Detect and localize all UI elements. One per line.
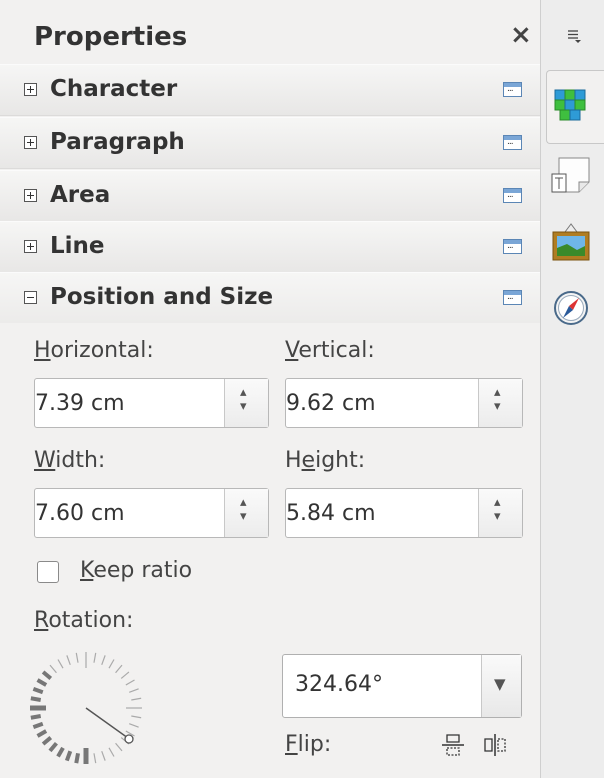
flip-vertically-icon[interactable] xyxy=(440,732,466,758)
rotation-dial-tick xyxy=(125,679,135,686)
vertical-value[interactable]: 9.62 cm xyxy=(286,391,376,416)
rotation-dial-tick xyxy=(101,751,106,761)
panel-header: Properties × xyxy=(0,0,540,72)
section-label: Area xyxy=(50,182,111,208)
panel-title: Properties xyxy=(34,22,188,52)
section-paragraph[interactable]: Paragraph xyxy=(0,117,540,169)
section-label: Line xyxy=(50,233,105,259)
rotation-dial-tick xyxy=(108,659,115,669)
rotation-dial-tick xyxy=(101,655,106,665)
horizontal-spin-arrows-icon[interactable] xyxy=(224,379,268,427)
more-options-icon[interactable] xyxy=(503,239,522,254)
rotation-dial-tick xyxy=(41,736,53,746)
rotation-dropdown-button[interactable]: ▼ xyxy=(481,655,521,717)
rotation-dial-tick xyxy=(32,686,44,695)
rotation-dial-tick xyxy=(49,664,57,674)
rotation-dial-pointer xyxy=(85,707,129,739)
rotation-dial-tick xyxy=(48,741,58,753)
styles-icon[interactable] xyxy=(551,156,591,196)
rotation-dial-tick xyxy=(75,652,79,663)
properties-icon[interactable] xyxy=(551,84,591,124)
chevron-down-icon: ▼ xyxy=(494,675,506,693)
section-line[interactable]: Line xyxy=(0,221,540,273)
expand-icon[interactable] xyxy=(24,136,37,149)
flip-horizontally-icon[interactable] xyxy=(482,732,508,758)
rotation-dial-tick xyxy=(108,747,115,757)
rotation-dial-handle[interactable] xyxy=(124,734,134,744)
more-options-icon[interactable] xyxy=(503,82,522,97)
rotation-dial-tick xyxy=(41,670,53,680)
section-position-and-size[interactable]: Position and Size xyxy=(0,272,540,323)
rotation-combobox[interactable]: 324.64° ▼ xyxy=(282,654,522,718)
height-spin-arrows-icon[interactable] xyxy=(478,489,522,537)
expand-icon[interactable] xyxy=(24,189,37,202)
rotation-dial-tick xyxy=(74,752,80,764)
rotation-dial-tick xyxy=(131,697,142,701)
rotation-dial-tick xyxy=(115,664,123,674)
rotation-dial-tick xyxy=(131,715,142,719)
collapse-icon[interactable] xyxy=(24,291,37,304)
vertical-label: Vertical: xyxy=(285,338,375,363)
horizontal-spinbox[interactable]: 7.39 cm xyxy=(34,378,269,428)
keep-ratio-checkbox[interactable] xyxy=(37,561,59,583)
section-character[interactable]: Character xyxy=(0,64,540,116)
width-spin-arrows-icon[interactable] xyxy=(224,489,268,537)
rotation-dial-tick xyxy=(56,746,65,758)
rotation-dial-tick xyxy=(129,688,139,693)
rotation-dial-tick xyxy=(93,652,97,663)
more-options-icon[interactable] xyxy=(503,135,522,150)
rotation-dial-tick xyxy=(30,696,42,702)
rotation-dial-tick xyxy=(93,753,97,764)
width-spinbox[interactable]: 7.60 cm xyxy=(34,488,269,538)
properties-panel: Properties × Character Paragraph Area Li… xyxy=(0,0,541,778)
rotation-dial-tick xyxy=(129,723,139,728)
height-label: Height: xyxy=(285,448,366,473)
vertical-spin-arrows-icon[interactable] xyxy=(478,379,522,427)
width-label: Width: xyxy=(34,448,106,473)
rotation-dial-tick xyxy=(120,671,130,679)
close-icon[interactable]: × xyxy=(510,20,532,50)
rotation-dial[interactable] xyxy=(16,646,156,766)
rotation-dial-tick xyxy=(57,659,64,669)
rotation-dial-tick xyxy=(32,721,44,730)
navigator-icon[interactable] xyxy=(551,288,591,328)
vertical-spinbox[interactable]: 9.62 cm xyxy=(285,378,523,428)
height-spinbox[interactable]: 5.84 cm xyxy=(285,488,523,538)
menu-icon[interactable] xyxy=(566,28,582,44)
gallery-icon[interactable] xyxy=(551,222,591,262)
section-area[interactable]: Area xyxy=(0,170,540,222)
section-label: Paragraph xyxy=(50,129,185,155)
expand-icon[interactable] xyxy=(24,83,37,96)
rotation-dial-tick xyxy=(64,750,73,762)
more-options-icon[interactable] xyxy=(503,290,522,305)
more-options-icon[interactable] xyxy=(503,188,522,203)
expand-icon[interactable] xyxy=(24,240,37,253)
rotation-value[interactable]: 324.64° xyxy=(295,672,383,697)
horizontal-value[interactable]: 7.39 cm xyxy=(35,391,125,416)
flip-label: Flip: xyxy=(285,732,332,757)
rotation-dial-tick xyxy=(30,714,42,720)
rotation-dial-tick xyxy=(36,678,48,687)
section-label: Character xyxy=(50,76,178,102)
horizontal-label: Horizontal: xyxy=(34,338,154,363)
keep-ratio-label[interactable]: Keep ratio xyxy=(80,558,192,583)
rotation-label: Rotation: xyxy=(34,608,134,633)
width-value[interactable]: 7.60 cm xyxy=(35,501,125,526)
section-label: Position and Size xyxy=(50,284,274,310)
rotation-dial-tick xyxy=(66,655,71,665)
height-value[interactable]: 5.84 cm xyxy=(286,501,376,526)
rotation-dial-tick xyxy=(36,729,48,738)
rotation-dial-tick xyxy=(115,742,123,752)
